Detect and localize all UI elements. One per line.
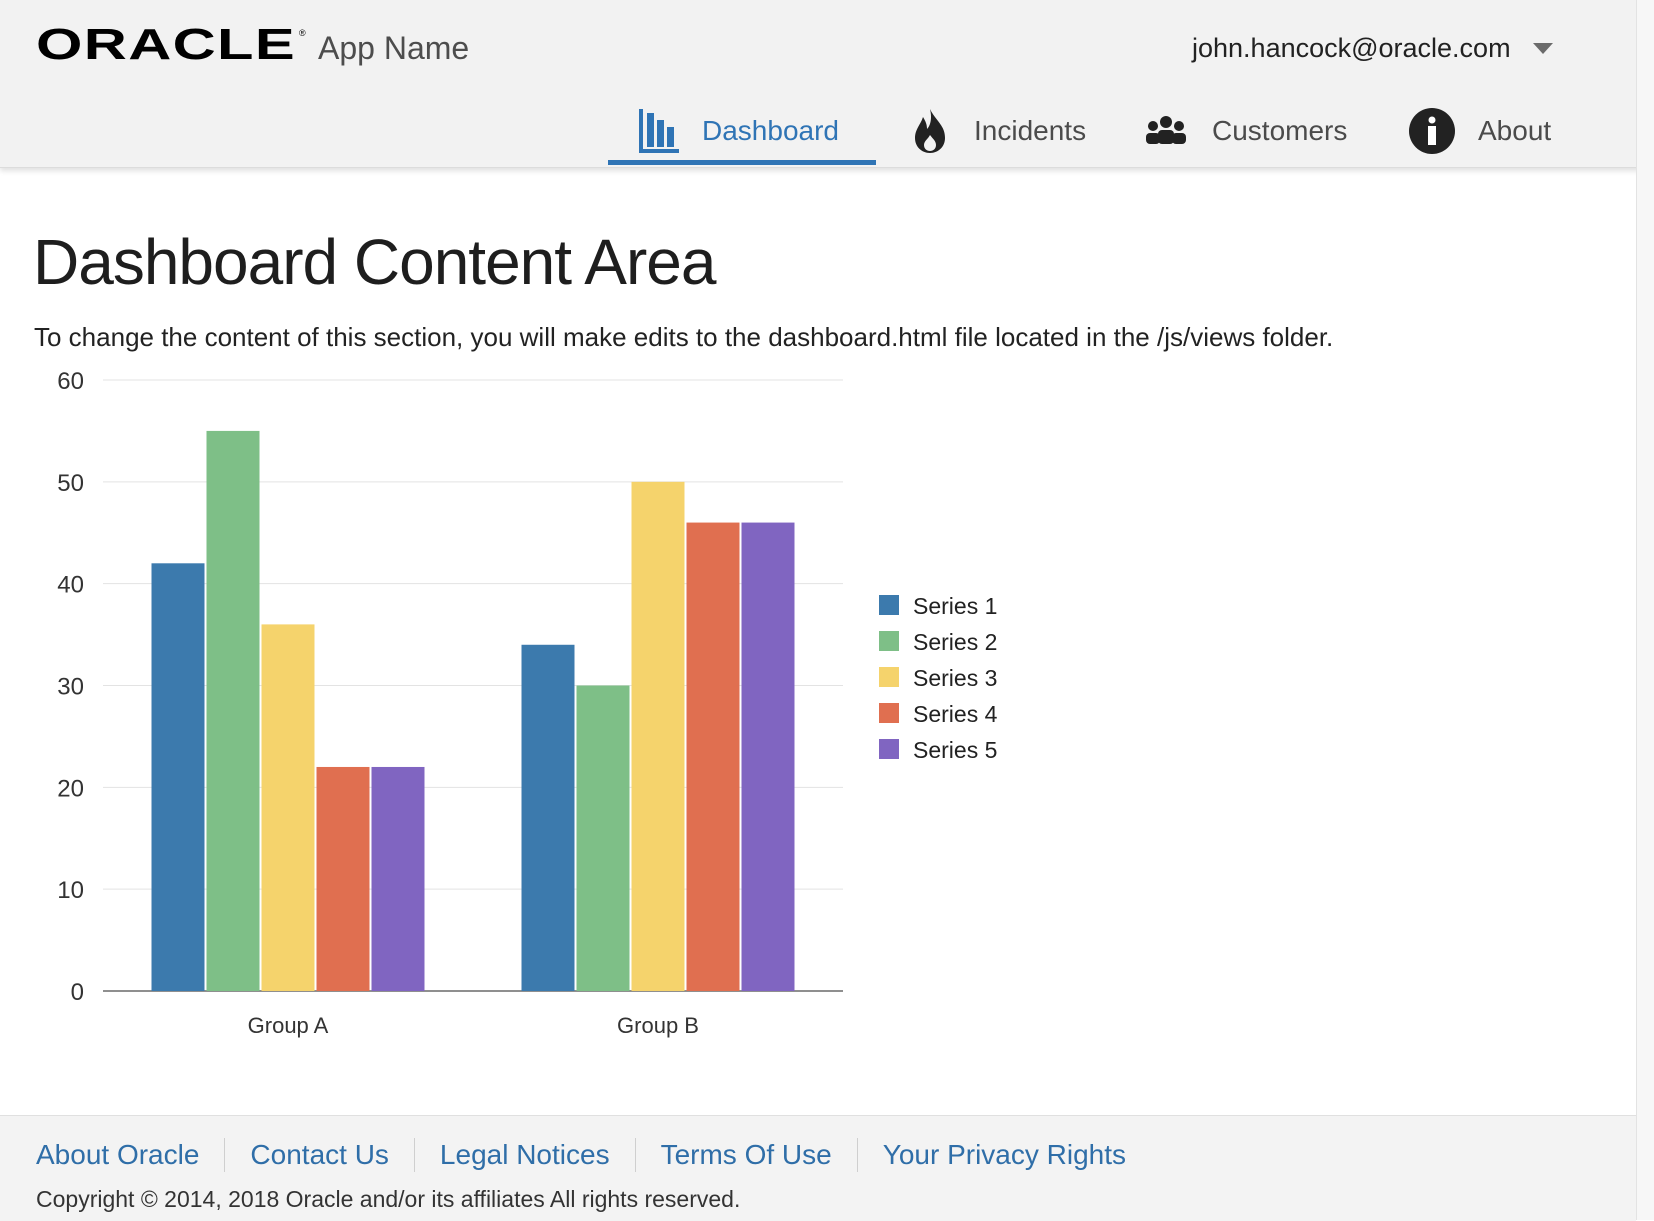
bar bbox=[261, 624, 315, 991]
selected-tab-indicator bbox=[608, 160, 876, 165]
svg-text:®: ® bbox=[299, 28, 306, 38]
bar bbox=[631, 481, 685, 991]
page-description: To change the content of this section, y… bbox=[34, 322, 1334, 352]
footer-link-privacy-rights[interactable]: Your Privacy Rights bbox=[883, 1139, 1126, 1171]
app-header: ORACLE ® App Name john.hancock@oracle.co… bbox=[0, 0, 1654, 168]
user-email: john.hancock@oracle.com bbox=[1192, 32, 1511, 63]
copyright-text: Copyright © 2014, 2018 Oracle and/or its… bbox=[36, 1186, 741, 1212]
x-tick-label: Group A bbox=[248, 1013, 329, 1038]
y-tick-label: 60 bbox=[57, 368, 84, 395]
legend-swatch bbox=[879, 739, 899, 759]
x-tick-label: Group B bbox=[617, 1013, 699, 1038]
tab-incidents-label: Incidents bbox=[974, 115, 1087, 146]
y-tick-label: 30 bbox=[57, 674, 84, 701]
footer-divider bbox=[856, 1138, 858, 1172]
bar-chart: 0 10 20 30 40 50 60 Group A Group B Series 1 Serie… bbox=[57, 368, 998, 1038]
tab-customers[interactable]: Customers bbox=[1142, 96, 1347, 166]
oracle-logo[interactable]: ORACLE ® bbox=[36, 26, 308, 66]
vertical-scrollbar[interactable] bbox=[1636, 0, 1654, 1220]
legend-label: Series 3 bbox=[913, 665, 997, 691]
footer-divider bbox=[224, 1138, 226, 1172]
footer-link-terms-of-use[interactable]: Terms Of Use bbox=[661, 1139, 832, 1171]
legend-label: Series 4 bbox=[913, 701, 998, 727]
tab-incidents[interactable]: Incidents bbox=[908, 96, 1086, 166]
bar bbox=[316, 766, 370, 991]
bar bbox=[521, 644, 575, 991]
legend-swatch bbox=[879, 703, 899, 723]
bar bbox=[741, 522, 795, 991]
tab-customers-label: Customers bbox=[1212, 115, 1348, 146]
footer-divider bbox=[413, 1138, 415, 1172]
oracle-logo-text: ORACLE bbox=[36, 26, 296, 66]
legend-swatch bbox=[879, 631, 899, 651]
bar bbox=[371, 766, 425, 991]
bar-chart-icon bbox=[639, 109, 679, 153]
tab-about-label: About bbox=[1478, 115, 1552, 146]
legend-swatch bbox=[879, 595, 899, 615]
footer-link-about-oracle[interactable]: About Oracle bbox=[36, 1139, 199, 1171]
y-tick-label: 40 bbox=[57, 572, 84, 599]
y-tick-label: 50 bbox=[57, 470, 84, 497]
y-tick-label: 20 bbox=[57, 775, 84, 802]
bar bbox=[206, 430, 260, 992]
footer-divider bbox=[634, 1138, 636, 1172]
footer-link-legal-notices[interactable]: Legal Notices bbox=[440, 1139, 610, 1171]
info-icon bbox=[1409, 108, 1455, 154]
people-icon bbox=[1146, 116, 1186, 144]
footer-links: About Oracle Contact Us Legal Notices Te… bbox=[36, 1138, 1126, 1172]
app-name: App Name bbox=[318, 30, 470, 66]
tab-dashboard[interactable]: Dashboard bbox=[636, 96, 839, 166]
bar bbox=[576, 685, 630, 991]
bar bbox=[686, 522, 740, 991]
legend-label: Series 2 bbox=[913, 629, 997, 655]
y-tick-label: 0 bbox=[71, 979, 84, 1006]
fire-icon bbox=[915, 109, 945, 153]
y-tick-label: 10 bbox=[57, 877, 84, 904]
legend-swatch bbox=[879, 667, 899, 687]
tab-dashboard-label: Dashboard bbox=[702, 115, 839, 146]
footer: About Oracle Contact Us Legal Notices Te… bbox=[0, 1115, 1636, 1221]
chevron-down-icon bbox=[1532, 42, 1553, 54]
legend-label: Series 5 bbox=[913, 737, 997, 763]
footer-link-contact-us[interactable]: Contact Us bbox=[250, 1139, 389, 1171]
bar bbox=[151, 563, 205, 991]
user-menu[interactable]: john.hancock@oracle.com bbox=[1192, 28, 1553, 68]
page-title: Dashboard Content Area bbox=[33, 226, 716, 298]
tab-about[interactable]: About bbox=[1408, 96, 1551, 166]
legend-label: Series 1 bbox=[913, 593, 997, 619]
